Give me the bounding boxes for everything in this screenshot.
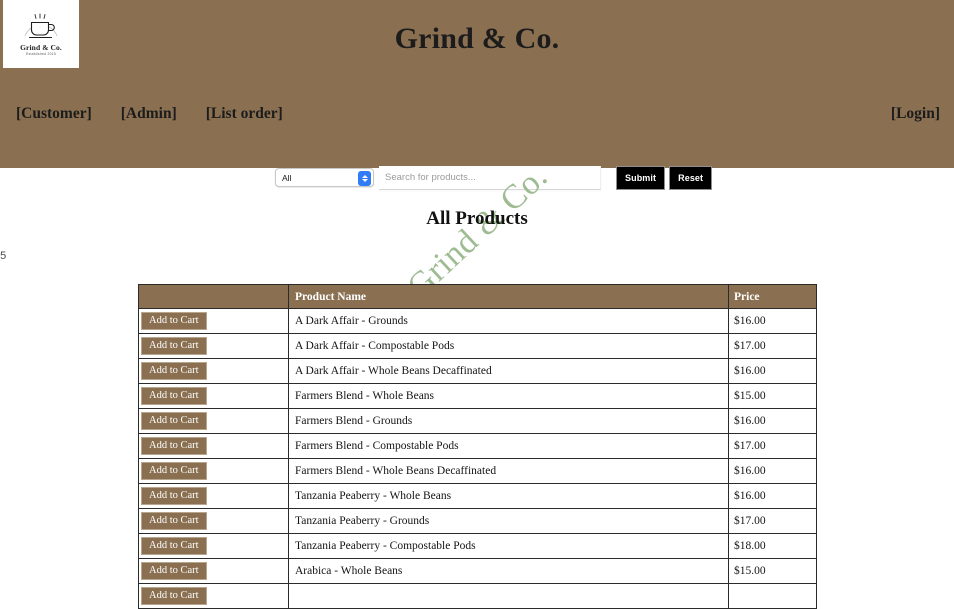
- add-to-cart-button[interactable]: Add to Cart: [141, 537, 207, 555]
- add-to-cart-button[interactable]: Add to Cart: [141, 437, 207, 455]
- cell-product-name: Tanzania Peaberry - Compostable Pods: [288, 533, 729, 559]
- products-table: Product Name Price Add to Cart A Dark Aff…: [138, 284, 817, 609]
- column-header-product-name: Product Name: [288, 284, 729, 309]
- main-navigation: [Customer] [Admin] [List order]: [16, 105, 283, 123]
- column-header-action: [138, 284, 289, 309]
- cell-price: $16.00: [728, 458, 817, 484]
- cell-product-name: Tanzania Peaberry - Whole Beans: [288, 483, 729, 509]
- cell-price: $15.00: [728, 558, 817, 584]
- cell-action: Add to Cart: [138, 358, 289, 384]
- cell-price: $17.00: [728, 508, 817, 534]
- cell-action: Add to Cart: [138, 458, 289, 484]
- cell-price: $17.00: [728, 433, 817, 459]
- add-to-cart-button[interactable]: Add to Cart: [141, 337, 207, 355]
- cell-action: Add to Cart: [138, 483, 289, 509]
- cell-price: $15.00: [728, 383, 817, 409]
- cell-product-name: Tanzania Peaberry - Grounds: [288, 508, 729, 534]
- cell-product-name: A Dark Affair - Grounds: [288, 308, 729, 334]
- add-to-cart-button[interactable]: Add to Cart: [141, 487, 207, 505]
- search-form: All Submit Reset: [275, 166, 713, 190]
- table-row: Add to Cart Tanzania Peaberry - Compostab…: [138, 533, 817, 559]
- add-to-cart-button[interactable]: Add to Cart: [141, 462, 207, 480]
- cell-action: Add to Cart: [138, 333, 289, 359]
- auth-navigation: [Login]: [891, 105, 940, 123]
- search-input[interactable]: [379, 166, 601, 190]
- cell-product-name: A Dark Affair - Compostable Pods: [288, 333, 729, 359]
- table-row: Add to Cart Arabica - Whole Beans $15.00: [138, 558, 817, 584]
- page-brand-title: Grind & Co.: [394, 22, 560, 55]
- table-row: Add to Cart A Dark Affair - Whole Beans D…: [138, 358, 817, 384]
- nav-link-list-order[interactable]: [List order]: [206, 105, 283, 123]
- cell-price: $18.00: [728, 533, 817, 559]
- table-row: Add to Cart Farmers Blend - Whole Beans D…: [138, 458, 817, 484]
- cell-action: Add to Cart: [138, 583, 289, 609]
- nav-link-admin[interactable]: [Admin]: [121, 105, 177, 123]
- products-table-head: Product Name Price: [138, 284, 817, 309]
- site-header: Grind & Co. Established 2015 Grind & Co.…: [0, 0, 954, 168]
- page-title: All Products: [426, 208, 528, 229]
- cell-action: Add to Cart: [138, 433, 289, 459]
- add-to-cart-button[interactable]: Add to Cart: [141, 587, 207, 605]
- cell-action: Add to Cart: [138, 408, 289, 434]
- add-to-cart-button[interactable]: Add to Cart: [141, 562, 207, 580]
- table-row: Add to Cart A Dark Affair - Compostable P…: [138, 333, 817, 359]
- column-header-price: Price: [728, 284, 817, 309]
- table-row: Add to Cart: [138, 583, 817, 609]
- reset-button[interactable]: Reset: [669, 166, 713, 190]
- cell-product-name: Farmers Blend - Whole Beans Decaffinated: [288, 458, 729, 484]
- cell-action: Add to Cart: [138, 558, 289, 584]
- table-row: Add to Cart Farmers Blend - Whole Beans $1…: [138, 383, 817, 409]
- add-to-cart-button[interactable]: Add to Cart: [141, 412, 207, 430]
- cell-action: Add to Cart: [138, 308, 289, 334]
- add-to-cart-button[interactable]: Add to Cart: [141, 387, 207, 405]
- chevron-updown-icon[interactable]: [358, 171, 371, 186]
- cell-product-name: Farmers Blend - Compostable Pods: [288, 433, 729, 459]
- add-to-cart-button[interactable]: Add to Cart: [141, 362, 207, 380]
- products-table-body: Add to Cart A Dark Affair - Grounds $16.00…: [138, 308, 817, 609]
- table-row: Add to Cart A Dark Affair - Grounds $16.00: [138, 308, 817, 334]
- edge-text-fragment: 25: [0, 250, 7, 262]
- cell-price: $16.00: [728, 308, 817, 334]
- cell-product-name: Arabica - Whole Beans: [288, 558, 729, 584]
- cell-action: Add to Cart: [138, 533, 289, 559]
- cell-product-name: Farmers Blend - Whole Beans: [288, 383, 729, 409]
- cell-product-name: A Dark Affair - Whole Beans Decaffinated: [288, 358, 729, 384]
- search-bar: All Submit Reset: [0, 166, 954, 198]
- table-row: Add to Cart Farmers Blend - Grounds $16.00: [138, 408, 817, 434]
- submit-button[interactable]: Submit: [616, 166, 666, 190]
- cell-price: $16.00: [728, 358, 817, 384]
- add-to-cart-button[interactable]: Add to Cart: [141, 312, 207, 330]
- cell-price: $16.00: [728, 408, 817, 434]
- nav-link-customer[interactable]: [Customer]: [16, 105, 92, 123]
- table-row: Add to Cart Tanzania Peaberry - Grounds $1…: [138, 508, 817, 534]
- cell-price: $17.00: [728, 333, 817, 359]
- cell-product-name: Farmers Blend - Grounds: [288, 408, 729, 434]
- cell-product-name: [288, 583, 729, 609]
- cell-price: $16.00: [728, 483, 817, 509]
- cell-price: [728, 583, 817, 609]
- add-to-cart-button[interactable]: Add to Cart: [141, 512, 207, 530]
- table-header-row: Product Name Price: [138, 284, 817, 309]
- category-select[interactable]: All: [275, 168, 374, 187]
- category-select-value: All: [282, 172, 292, 183]
- cell-action: Add to Cart: [138, 383, 289, 409]
- table-row: Add to Cart Farmers Blend - Compostable P…: [138, 433, 817, 459]
- nav-link-login[interactable]: [Login]: [891, 105, 940, 122]
- table-row: Add to Cart Tanzania Peaberry - Whole Bea…: [138, 483, 817, 509]
- cell-action: Add to Cart: [138, 508, 289, 534]
